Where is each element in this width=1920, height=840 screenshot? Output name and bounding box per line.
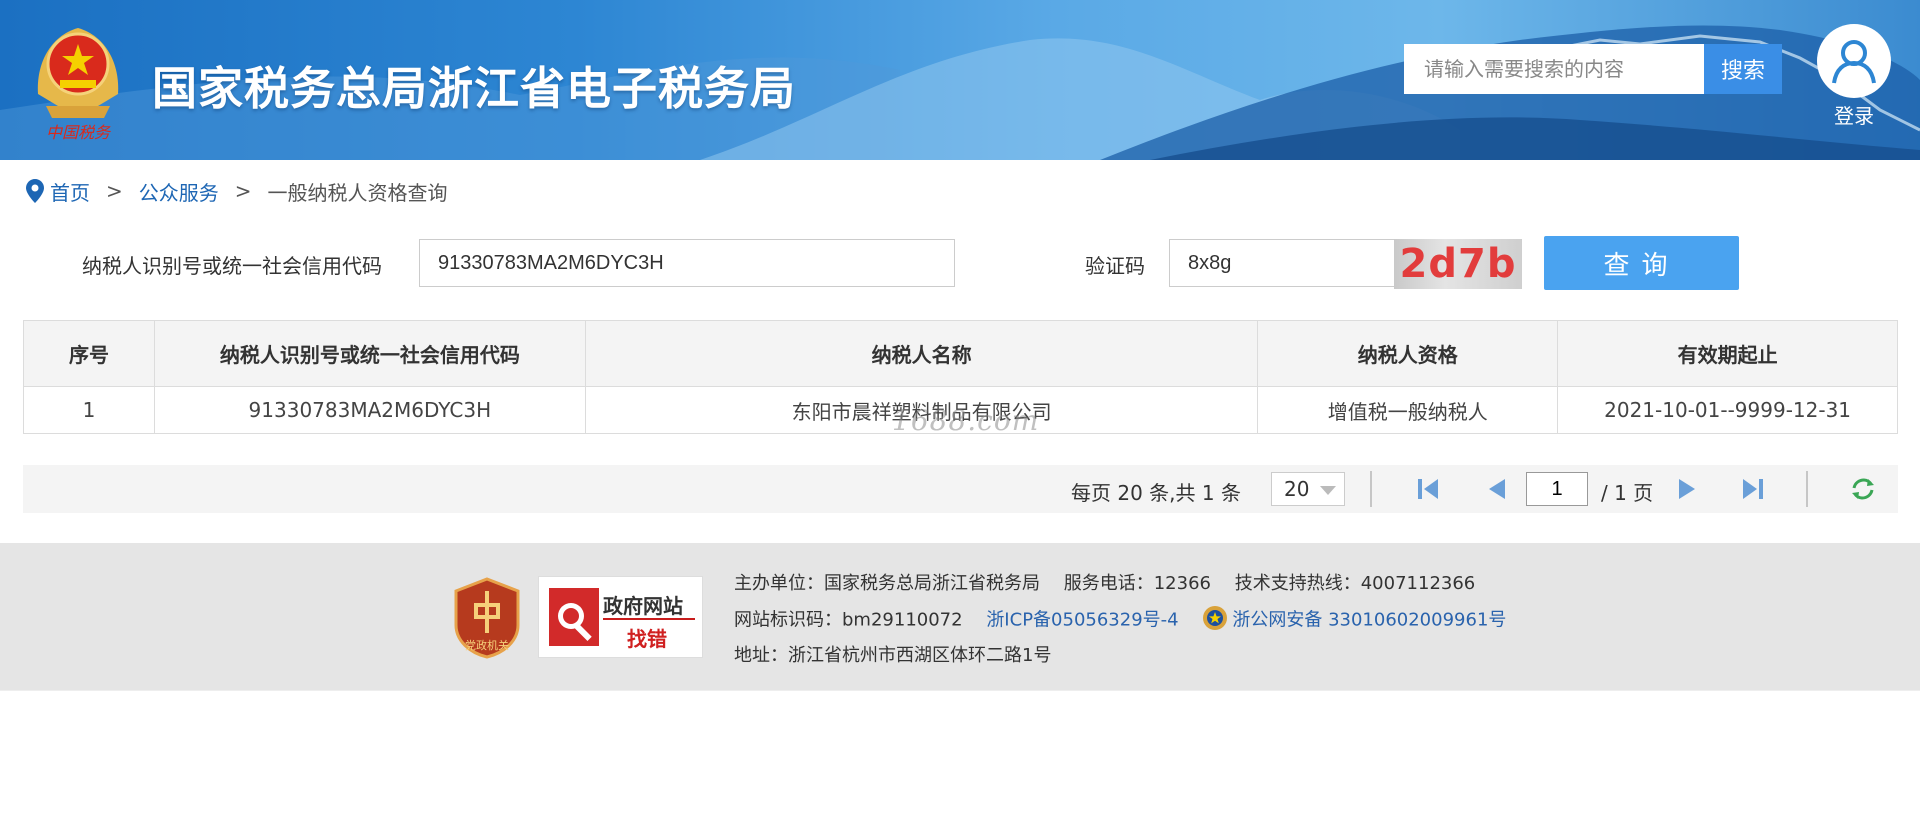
col-header-index: 序号 [23, 320, 155, 387]
site-footer: 党政机关 政府网站 找错 主办单位：国家税务总局浙江省税务局 服务电话：1236… [0, 543, 1920, 690]
emblem-caption: 中国税务 [46, 123, 112, 142]
footer-line-2: 网站标识码：bm29110072 浙ICP备05056329号-4 浙公网安备 … [734, 605, 1506, 636]
site-header: 中国税务 国家税务总局浙江省电子税务局 搜索 登录 [0, 0, 1920, 160]
captcha-label: 验证码 [1085, 254, 1145, 278]
prev-page-button[interactable] [1483, 477, 1509, 501]
watermark: 1688.com [892, 404, 1040, 437]
total-pages: / 1 页 [1601, 481, 1654, 505]
last-page-button[interactable] [1739, 477, 1765, 501]
breadcrumb: 首页 > 公众服务 > 一般纳税人资格查询 [26, 177, 448, 205]
next-page-button[interactable] [1675, 477, 1701, 501]
gov-badge-divider [603, 618, 695, 620]
gov-site-error-report-badge[interactable]: 政府网站 找错 [538, 576, 703, 658]
col-header-taxpayer-id: 纳税人识别号或统一社会信用代码 [153, 320, 586, 387]
pager-divider [1806, 471, 1808, 507]
next-page-icon [1679, 479, 1695, 499]
query-button[interactable]: 查询 [1544, 236, 1739, 290]
gov-badge-line2: 找错 [627, 627, 667, 651]
footer-host: 主办单位：国家税务总局浙江省税务局 [734, 573, 1040, 594]
location-pin-icon [26, 179, 44, 203]
user-icon [1817, 24, 1891, 98]
party-badge-text: 党政机关 [465, 638, 509, 652]
taxpayer-id-input[interactable] [419, 239, 955, 287]
page-size-select[interactable]: 20 [1271, 472, 1345, 506]
pagination-bar: 每页 20 条,共 1 条 20 / 1 页 [23, 465, 1898, 513]
login-label: 登录 [1834, 104, 1874, 128]
footer-site-code: 网站标识码：bm29110072 [734, 609, 963, 631]
cell-index: 1 [23, 386, 155, 434]
table-header-row: 序号 纳税人识别号或统一社会信用代码 纳税人名称 纳税人资格 有效期起止 [23, 320, 1898, 387]
pagination-summary: 每页 20 条,共 1 条 [1071, 481, 1241, 505]
gov-badge-line1: 政府网站 [603, 594, 683, 618]
tax-emblem-icon: 中国税务 [28, 14, 128, 144]
last-page-icon [1743, 479, 1763, 499]
police-record-link[interactable]: 浙公网安备 33010602009961号 [1232, 610, 1506, 631]
pager-divider [1370, 471, 1372, 507]
icp-link[interactable]: 浙ICP备05056329号-4 [986, 610, 1178, 631]
page-blank-area [0, 690, 1920, 840]
breadcrumb-current: 一般纳税人资格查询 [267, 180, 448, 205]
site-search-input[interactable] [1404, 44, 1704, 94]
footer-service-phone: 服务电话：12366 [1063, 573, 1211, 594]
party-government-badge[interactable]: 党政机关 [452, 577, 522, 659]
footer-support-phone: 技术支持热线：4007112366 [1234, 573, 1476, 594]
first-page-icon [1418, 479, 1438, 499]
first-page-button[interactable] [1416, 477, 1442, 501]
cell-qualification: 增值税一般纳税人 [1257, 386, 1559, 434]
site-title: 国家税务总局浙江省电子税务局 [152, 62, 797, 115]
col-header-validity: 有效期起止 [1557, 320, 1898, 387]
prev-page-icon [1489, 479, 1505, 499]
footer-line-1: 主办单位：国家税务总局浙江省税务局 服务电话：12366 技术支持热线：4007… [734, 569, 1475, 595]
page-number-input[interactable] [1526, 472, 1588, 506]
refresh-button[interactable] [1850, 477, 1876, 501]
breadcrumb-separator: > [106, 179, 123, 203]
captcha-input[interactable] [1169, 239, 1395, 287]
login-button[interactable]: 登录 [1816, 24, 1892, 128]
site-search-button[interactable]: 搜索 [1704, 44, 1782, 94]
refresh-icon [1852, 478, 1874, 500]
magnifier-icon [549, 588, 599, 646]
police-badge-icon [1202, 605, 1228, 636]
breadcrumb-public-service-link[interactable]: 公众服务 [139, 177, 219, 206]
breadcrumb-home-link[interactable]: 首页 [50, 177, 90, 206]
page-size-value: 20 [1284, 477, 1310, 501]
cell-validity: 2021-10-01--9999-12-31 [1557, 386, 1898, 434]
taxpayer-id-label: 纳税人识别号或统一社会信用代码 [82, 254, 382, 278]
footer-address: 地址：浙江省杭州市西湖区体环二路1号 [734, 645, 1052, 666]
chevron-down-icon [1320, 486, 1336, 495]
captcha-image[interactable]: 2d7b [1394, 239, 1522, 289]
col-header-taxpayer-name: 纳税人名称 [584, 320, 1259, 387]
cell-taxpayer-id: 91330783MA2M6DYC3H [153, 386, 586, 434]
breadcrumb-separator: > [234, 179, 252, 203]
footer-line-3: 地址：浙江省杭州市西湖区体环二路1号 [734, 641, 1051, 667]
col-header-qualification: 纳税人资格 [1257, 320, 1559, 387]
